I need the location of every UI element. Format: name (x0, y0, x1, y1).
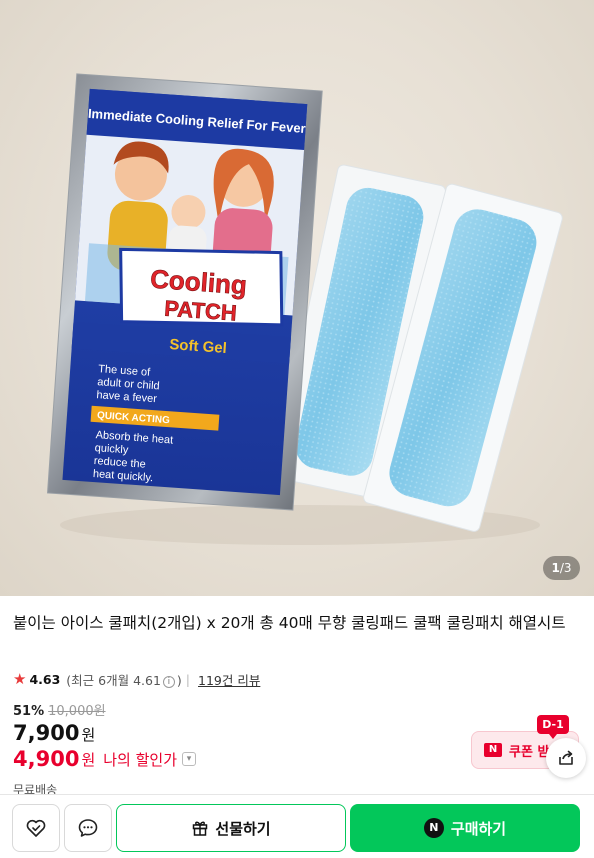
shipping-info: 무료배송 (13, 783, 58, 795)
my-price-label: 나의 할인가 (103, 750, 178, 769)
original-price: 10,000원 (48, 704, 106, 719)
rating-row: ★ 4.63 (최근 6개월 4.61 i) | 119건 리뷰 (13, 669, 260, 689)
image-counter-total: /3 (559, 561, 572, 575)
sale-price-unit: 원 (81, 726, 96, 744)
info-icon[interactable]: i (162, 675, 175, 688)
image-counter: 1/3 (543, 556, 580, 580)
my-discount-price[interactable]: 4,900 원 나의 할인가 ▾ (13, 747, 197, 771)
bottom-action-bar: 선물하기 N 구매하기 (0, 794, 594, 858)
chat-button[interactable] (64, 804, 112, 852)
dday-badge: D-1 (537, 715, 569, 739)
buy-button-label: 구매하기 (450, 819, 507, 838)
naver-n-icon: N (423, 818, 444, 838)
my-price-amount: 4,900 (13, 747, 80, 771)
heart-check-icon (26, 819, 46, 837)
image-counter-current: 1 (551, 561, 560, 575)
gift-button-label: 선물하기 (215, 819, 271, 838)
buy-button[interactable]: N 구매하기 (350, 804, 580, 852)
discount-row: 51% 10,000원 (13, 700, 106, 719)
product-photo: Immediate Cooling Relief For Fever Cooli… (46, 73, 563, 545)
coupon-label: 쿠폰 받 (509, 744, 550, 760)
package-logo-line2: PATCH (164, 296, 238, 326)
wishlist-button[interactable] (12, 804, 60, 852)
package-absorb-2: quickly (94, 442, 129, 456)
recent-rating-text: (최근 6개월 4.61 (66, 672, 161, 688)
discount-rate: 51% (13, 704, 45, 719)
sale-price-amount: 7,900 (13, 721, 80, 745)
product-title: 붙이는 아이스 쿨패치(2개입) x 20개 총 40매 무향 쿨링패드 쿨팩 … (13, 614, 566, 632)
rating-value: 4.63 (29, 671, 61, 687)
gift-icon (193, 821, 208, 836)
chat-bubble-icon (78, 819, 98, 837)
my-price-unit: 원 (81, 750, 96, 769)
review-count-link[interactable]: 119건 리뷰 (198, 670, 260, 689)
naver-pay-icon: N (484, 743, 502, 757)
share-button[interactable] (546, 738, 586, 778)
recent-rating: (최근 6개월 4.61 i) (66, 670, 182, 689)
product-image-carousel[interactable]: Immediate Cooling Relief For Fever Cooli… (0, 0, 594, 596)
star-icon: ★ (13, 670, 27, 688)
divider: | (185, 671, 191, 687)
share-icon (559, 750, 573, 765)
chevron-down-icon[interactable]: ▾ (182, 752, 197, 766)
gift-button[interactable]: 선물하기 (116, 804, 346, 852)
sale-price: 7,900 원 (13, 721, 95, 745)
recent-rating-close: ) (176, 672, 182, 688)
